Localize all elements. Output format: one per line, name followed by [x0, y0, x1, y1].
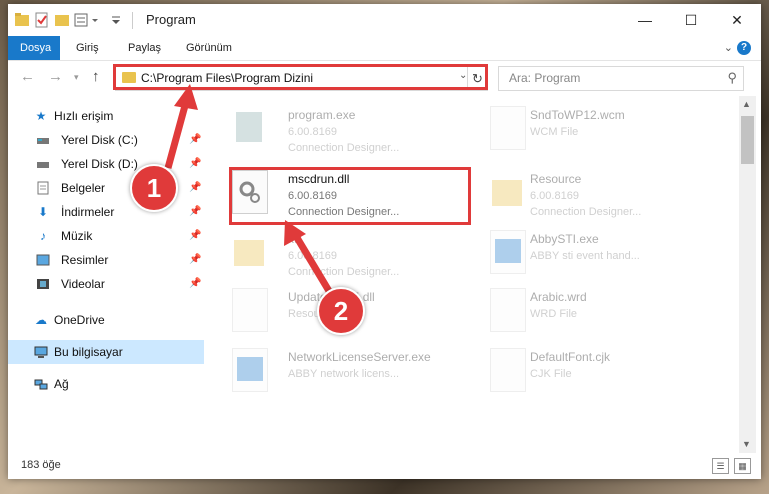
arrow-2-line — [292, 234, 336, 298]
callout-badge-2: 2 — [317, 287, 365, 335]
arrow-1-line — [164, 101, 190, 169]
arrow-1-head — [174, 84, 198, 110]
tutorial-arrows — [164, 84, 336, 298]
callout-badge-1: 1 — [130, 164, 178, 212]
